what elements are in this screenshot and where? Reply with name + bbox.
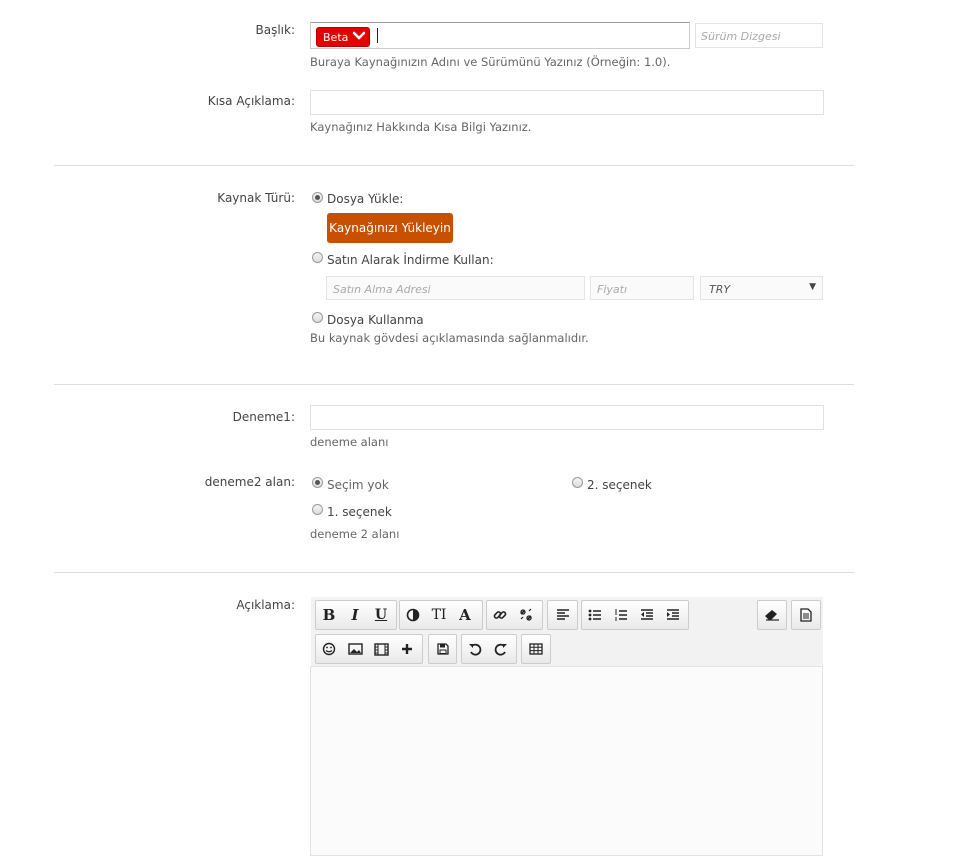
divider	[54, 384, 854, 385]
short-desc-label: Kısa Açıklama:	[207, 94, 295, 108]
price-input[interactable]: Fiyatı	[590, 276, 694, 300]
upload-button-label: Kaynağınızı Yükleyin	[329, 221, 451, 235]
media-icon[interactable]	[368, 635, 394, 663]
deneme1-label: Deneme1:	[232, 410, 295, 424]
currency-value: TRY	[709, 283, 731, 296]
save-draft-icon[interactable]	[429, 635, 456, 663]
purchase-url-input[interactable]: Satın Alma Adresi	[326, 276, 585, 300]
editor-content-area[interactable]	[310, 666, 823, 856]
description-label: Açıklama:	[236, 598, 295, 612]
history-group	[461, 634, 517, 664]
price-placeholder: Fiyatı	[597, 283, 628, 296]
deneme1-input[interactable]	[310, 405, 824, 430]
radio-option-2-label: 2. seçenek	[587, 478, 652, 492]
underline-icon[interactable]: U	[368, 601, 394, 629]
eraser-group	[757, 600, 787, 630]
radio-purchase[interactable]	[312, 252, 323, 263]
link-icon[interactable]	[487, 601, 513, 629]
link-group	[486, 600, 543, 630]
title-input[interactable]: Beta	[310, 22, 690, 49]
radio-option-1[interactable]	[312, 504, 323, 515]
bullet-list-icon[interactable]	[582, 601, 608, 629]
align-group	[547, 600, 578, 630]
prefix-dropdown[interactable]: Beta	[316, 27, 371, 47]
bold-icon[interactable]: B	[316, 601, 342, 629]
radio-option-1-label: 1. seçenek	[327, 505, 392, 519]
title-hint: Buraya Kaynağınızın Adını ve Sürümünü Ya…	[310, 55, 671, 69]
source-group	[791, 600, 821, 630]
no-file-hint: Bu kaynak gövdesi açıklamasında sağlanma…	[310, 331, 589, 345]
numbered-list-icon[interactable]	[608, 601, 634, 629]
dropdown-arrow-icon: ▼	[809, 282, 816, 292]
divider	[54, 572, 854, 573]
table-group	[521, 634, 551, 664]
divider	[54, 165, 854, 166]
insert-icon[interactable]	[394, 635, 420, 663]
source-icon[interactable]	[792, 601, 820, 629]
font-size-icon[interactable]: TI	[426, 601, 452, 629]
undo-icon[interactable]	[462, 635, 488, 663]
title-label: Başlık:	[255, 23, 296, 37]
align-icon[interactable]	[548, 601, 577, 629]
radio-option-2[interactable]	[572, 477, 583, 488]
short-desc-hint: Kaynağınız Hakkında Kısa Bilgi Yazınız.	[310, 120, 532, 134]
deneme1-hint: deneme alanı	[310, 435, 389, 449]
image-icon[interactable]	[342, 635, 368, 663]
text-style-group: B I U	[315, 600, 397, 630]
color-icon[interactable]	[400, 601, 426, 629]
prefix-badge-label: Beta	[323, 30, 349, 44]
radio-no-file[interactable]	[312, 312, 323, 323]
table-icon[interactable]	[522, 635, 550, 663]
smiley-icon[interactable]	[316, 635, 342, 663]
outdent-icon[interactable]	[634, 601, 660, 629]
radio-upload-label: Dosya Yükle:	[327, 192, 404, 206]
radio-none-label: Seçim yok	[327, 478, 389, 492]
text-cursor	[377, 28, 378, 43]
eraser-icon[interactable]	[758, 601, 786, 629]
currency-select[interactable]: TRY ▼	[700, 276, 823, 300]
insert-group	[315, 634, 423, 664]
radio-upload[interactable]	[312, 192, 323, 203]
resource-type-label: Kaynak Türü:	[217, 191, 295, 205]
list-group	[581, 600, 689, 630]
version-input[interactable]: Sürüm Dizgesi	[695, 23, 823, 48]
font-family-icon[interactable]: A	[452, 601, 478, 629]
unlink-icon[interactable]	[513, 601, 539, 629]
indent-icon[interactable]	[660, 601, 686, 629]
purchase-url-placeholder: Satın Alma Adresi	[333, 283, 431, 296]
radio-purchase-label: Satın Alarak İndirme Kullan:	[327, 253, 494, 267]
radio-no-file-label: Dosya Kullanma	[327, 313, 424, 327]
italic-icon[interactable]: I	[342, 601, 368, 629]
upload-resource-button[interactable]: Kaynağınızı Yükleyin	[327, 213, 453, 243]
save-group	[428, 634, 457, 664]
font-group: TI A	[399, 600, 483, 630]
deneme2-hint: deneme 2 alanı	[310, 527, 400, 541]
short-desc-input[interactable]	[310, 90, 824, 115]
radio-none[interactable]	[312, 477, 323, 488]
redo-icon[interactable]	[488, 635, 514, 663]
deneme2-label: deneme2 alan:	[204, 475, 295, 489]
version-placeholder: Sürüm Dizgesi	[701, 30, 781, 43]
chevron-down-icon	[352, 30, 366, 44]
